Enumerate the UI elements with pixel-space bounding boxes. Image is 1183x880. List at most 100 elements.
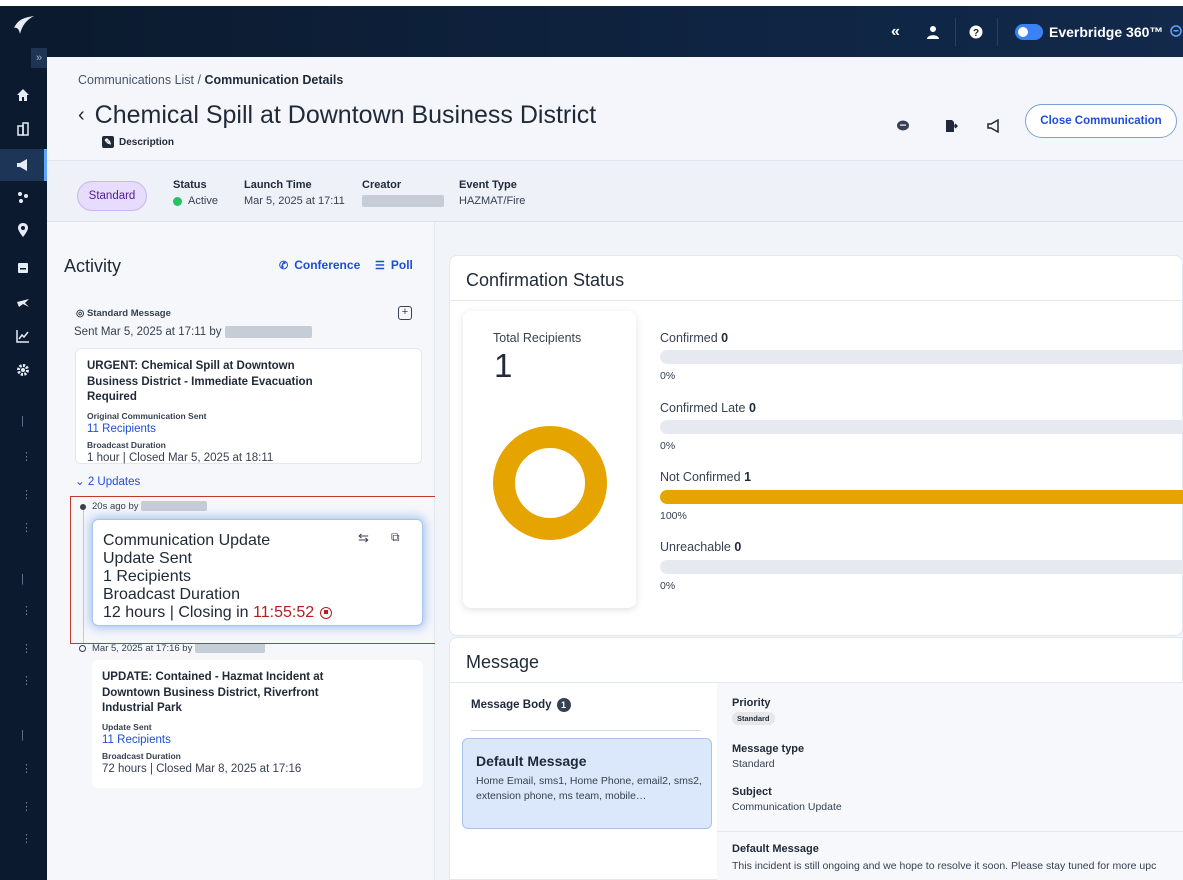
bar-not-confirmed [660,490,1183,504]
conference-button[interactable]: ✆ Conference [279,258,360,272]
poll-button[interactable]: ☰ Poll [375,258,413,272]
double-chevron-left-icon[interactable]: « [891,6,900,57]
stat-count: 0 [734,540,742,554]
grid-icon[interactable] [13,258,33,278]
bar-confirmed [660,350,1183,364]
sidebar-more-icon[interactable]: ⋮ [21,523,32,534]
update2-duration-label: Broadcast Duration [102,750,181,761]
brand-toggle[interactable] [1015,23,1043,40]
donut-ring [493,426,607,540]
stat-label: Confirmed Late [660,401,746,415]
people-network-icon[interactable] [13,187,33,207]
default-message-text: This incident is still ongoing and we ho… [732,860,1157,872]
brand-switch[interactable]: Everbridge 360™ [1015,6,1183,57]
original-recipients-link[interactable]: 11 Recipients [87,423,410,435]
phone-icon: ✆ [279,259,289,272]
comment-icon[interactable] [894,117,912,135]
sidebar-separator: ⋮ [21,489,32,501]
export-icon[interactable] [942,117,960,135]
update2-time-text: Mar 5, 2025 at 17:16 by [92,643,193,654]
description-label: Description [119,136,175,148]
chart-icon[interactable] [13,326,33,346]
updates-toggle[interactable]: ⌄ 2 Updates [75,474,140,488]
update2-recipients-link[interactable]: 11 Recipients [102,734,413,746]
stat-count: 1 [744,470,752,484]
sent-text: Sent Mar 5, 2025 at 17:11 by [74,326,222,339]
help-icon[interactable]: ? [969,6,983,57]
sidebar-more-icon[interactable]: ⋮ [21,834,32,845]
updates-toggle-label: 2 Updates [87,476,141,488]
gear-icon[interactable] [13,360,33,380]
status-dot-icon [173,196,182,206]
close-communication-button[interactable]: Close Communication [1025,104,1177,138]
sidebar-more-icon[interactable]: ⋮ [21,764,32,775]
description-link[interactable]: ✎ Description [102,136,174,148]
launch-label: Launch Time [244,179,312,191]
page-header: Communications List / Communication Deta… [47,57,1183,160]
page: » | ⋮ ⋮ ⋮ | ⋮ ⋮ ⋮ | ⋮ ⋮ ⋮ « ? Everbridge… [0,0,1183,880]
sidebar-separator: ⋮ [21,801,32,813]
buildings-icon[interactable] [13,119,33,139]
brand-label: Everbridge 360™ [1049,23,1164,40]
breadcrumb: Communications List / Communication Deta… [78,73,343,87]
original-sent-label: Original Communication Sent [87,410,207,421]
breadcrumb-parent-link[interactable]: Communications List [78,73,194,87]
update2-sender-redacted [194,643,265,654]
default-message-channels: Home Email, sms1, Home Phone, email2, sm… [476,775,702,803]
sidebar-separator: | [21,415,24,427]
default-message-label: Default Message [732,843,819,855]
sidebar: » | ⋮ ⋮ ⋮ | ⋮ ⋮ ⋮ | ⋮ ⋮ ⋮ [0,6,47,880]
message-title: Message [466,652,540,672]
total-recipients-value: 1 [494,347,513,384]
everbridge-logo-icon[interactable] [12,14,36,36]
sent-info: Sent Mar 5, 2025 at 17:11 by [74,326,312,338]
original-message-card[interactable]: URGENT: Chemical Spill at Downtown Busin… [75,348,422,464]
sidebar-more-icon[interactable]: ⋮ [21,676,32,687]
stat-not-confirmed: Not Confirmed 1 [660,470,751,484]
activity-title: Activity [64,256,122,276]
list-icon: ☰ [375,259,385,272]
pct-not-confirmed: 100% [660,510,687,522]
sidebar-more-icon[interactable]: ⋮ [21,606,32,617]
add-update-icon[interactable]: + [398,306,412,320]
sender-redacted [224,326,312,338]
stat-label: Not Confirmed [660,470,741,484]
breadcrumb-separator: / [194,73,205,87]
location-pin-icon[interactable] [13,220,33,240]
chat-bubble-icon[interactable] [1170,24,1183,40]
user-icon[interactable] [927,6,939,57]
sidebar-separator: | [21,573,24,585]
message-count-badge: 1 [556,698,571,712]
sidebar-more-icon[interactable]: ⋮ [21,452,32,463]
creator-redacted [362,195,444,207]
priority-label: Priority [732,697,771,709]
poll-label: Poll [390,258,413,272]
home-icon[interactable] [13,85,33,105]
page-title: Chemical Spill at Downtown Business Dist… [94,101,597,129]
top-bar: « ? Everbridge 360™ [47,6,1183,57]
pct-confirmed: 0% [660,370,676,382]
timeline-dot-open [79,645,86,652]
stat-unreachable: Unreachable 0 [660,540,741,554]
type-pill: Standard [77,181,147,211]
confirmation-status-panel: Confirmation Status Total Recipients 1 C… [449,255,1183,636]
subject-label: Subject [732,786,772,798]
sidebar-expand-button[interactable]: » [31,48,47,68]
update2-card[interactable]: UPDATE: Contained - Hazmat Incident at D… [92,660,423,788]
message-type-label: Message type [732,743,805,755]
sidebar-separator: | [21,729,24,741]
confirmation-title: Confirmation Status [466,270,625,290]
bar-unreachable [660,560,1183,574]
event-type-label: Event Type [459,179,517,191]
status-field: Status Active [173,179,218,207]
megaphone-icon[interactable] [13,155,33,175]
bar-confirmed-late [660,420,1183,434]
default-message-card[interactable]: Default Message Home Email, sms1, Home P… [462,738,712,829]
divider [997,18,998,46]
pencil-icon: ✎ [102,136,114,148]
priority-badge: Standard [732,712,775,725]
back-chevron-icon[interactable]: ‹ [78,104,85,127]
update2-duration: 72 hours | Closed Mar 8, 2025 at 17:16 [102,762,302,775]
plane-icon[interactable] [13,292,33,312]
megaphone-icon[interactable] [985,117,1003,135]
